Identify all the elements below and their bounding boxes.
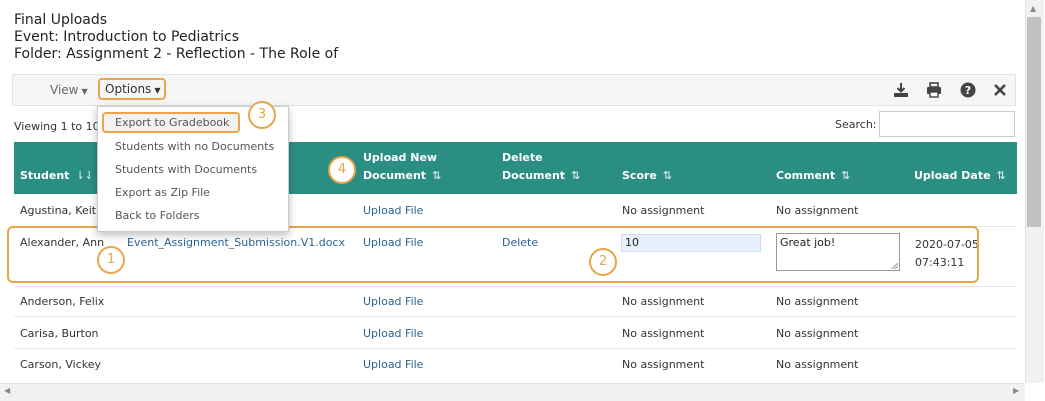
upload-file-link[interactable]: Upload File bbox=[363, 204, 423, 217]
sort-icon: ⇅ bbox=[841, 169, 851, 182]
sort-icon: ⇅ bbox=[571, 169, 581, 182]
page-header: Final Uploads Event: Introduction to Ped… bbox=[14, 12, 338, 63]
callout-badge-1: 1 bbox=[97, 246, 125, 274]
view-menu-button[interactable]: View ▼ bbox=[50, 83, 88, 97]
search-input[interactable] bbox=[879, 111, 1015, 137]
upload-file-link[interactable]: Upload File bbox=[363, 327, 423, 340]
column-student-label: Student bbox=[20, 169, 70, 182]
viewing-count: Viewing 1 to 10 bbox=[14, 120, 100, 133]
view-label: View bbox=[50, 83, 79, 97]
callout-badge-3: 3 bbox=[248, 101, 276, 129]
column-delete-document[interactable]: Delete Document ⇅ bbox=[502, 149, 580, 185]
callout-badge-2: 2 bbox=[589, 248, 617, 276]
upload-file-link[interactable]: Upload File bbox=[363, 295, 423, 308]
scroll-left-arrow-icon[interactable]: ◀ bbox=[4, 386, 10, 395]
search-label: Search: bbox=[835, 118, 877, 131]
scroll-right-arrow-icon[interactable]: ▶ bbox=[1013, 386, 1019, 395]
print-icon[interactable] bbox=[926, 82, 942, 98]
upload-file-link[interactable]: Upload File bbox=[363, 358, 423, 371]
table-row-student: Carisa, Burton bbox=[20, 327, 99, 340]
row-divider bbox=[14, 348, 1017, 349]
svg-text:?: ? bbox=[965, 84, 971, 97]
column-comment-label: Comment bbox=[776, 169, 836, 182]
table-row-student: Agustina, Keith bbox=[20, 204, 104, 217]
event-name: Event: Introduction to Pediatrics bbox=[14, 29, 240, 45]
menu-item-export-zip[interactable]: Export as Zip File bbox=[115, 186, 210, 199]
caret-down-icon: ▼ bbox=[154, 86, 161, 95]
column-comment[interactable]: Comment ⇅ bbox=[776, 167, 850, 185]
table-row-student: Carson, Vickey bbox=[20, 358, 102, 371]
help-icon[interactable]: ? bbox=[960, 82, 976, 98]
column-student[interactable]: Student ⇂⇃ bbox=[20, 167, 94, 185]
horizontal-scrollbar[interactable] bbox=[0, 383, 1025, 401]
column-score[interactable]: Score ⇅ bbox=[622, 167, 672, 185]
comment-value: No assignment bbox=[776, 204, 859, 217]
sort-icon: ⇅ bbox=[662, 169, 673, 182]
row-divider bbox=[14, 316, 1017, 317]
vertical-scroll-thumb[interactable] bbox=[1027, 17, 1041, 227]
caret-down-icon: ▼ bbox=[81, 87, 88, 96]
column-upload-label-1: Upload New bbox=[363, 151, 438, 164]
options-menu-button[interactable]: Options ▼ bbox=[98, 78, 166, 100]
column-delete-label-2: Document bbox=[502, 169, 566, 182]
score-value: No assignment bbox=[622, 295, 705, 308]
close-icon[interactable] bbox=[992, 82, 1008, 98]
scroll-up-arrow-icon[interactable]: ▲ bbox=[1030, 4, 1036, 13]
folder-name: Folder: Assignment 2 - Reflection - The … bbox=[14, 46, 339, 62]
table-row-student: Anderson, Felix bbox=[20, 295, 105, 308]
menu-item-export-to-gradebook[interactable]: Export to Gradebook bbox=[102, 112, 240, 133]
menu-item-back-to-folders[interactable]: Back to Folders bbox=[115, 209, 199, 222]
options-label: Options bbox=[105, 82, 152, 96]
row-highlight-box bbox=[7, 226, 979, 283]
row-divider bbox=[14, 286, 1017, 287]
column-upload-date-label: Upload Date bbox=[914, 169, 991, 182]
menu-item-students-no-documents[interactable]: Students with no Documents bbox=[115, 140, 274, 153]
comment-value: No assignment bbox=[776, 327, 859, 340]
column-upload-new-document[interactable]: Upload New Document ⇅ bbox=[363, 149, 441, 185]
sort-icon: ⇅ bbox=[996, 169, 1006, 182]
sort-icon: ⇅ bbox=[432, 169, 442, 182]
column-upload-label-2: Document bbox=[363, 169, 427, 182]
column-upload-date[interactable]: Upload Date ⇅ bbox=[914, 167, 1006, 185]
column-score-label: Score bbox=[622, 169, 657, 182]
page-title: Final Uploads bbox=[14, 12, 108, 28]
comment-value: No assignment bbox=[776, 358, 859, 371]
callout-badge-4: 4 bbox=[328, 156, 356, 184]
score-value: No assignment bbox=[622, 327, 705, 340]
comment-value: No assignment bbox=[776, 295, 859, 308]
sort-alpha-icon: ⇂⇃ bbox=[75, 169, 94, 182]
score-value: No assignment bbox=[622, 358, 705, 371]
score-value: No assignment bbox=[622, 204, 705, 217]
column-delete-label-1: Delete bbox=[502, 151, 543, 164]
download-icon[interactable] bbox=[893, 82, 909, 98]
menu-item-students-with-documents[interactable]: Students with Documents bbox=[115, 163, 257, 176]
